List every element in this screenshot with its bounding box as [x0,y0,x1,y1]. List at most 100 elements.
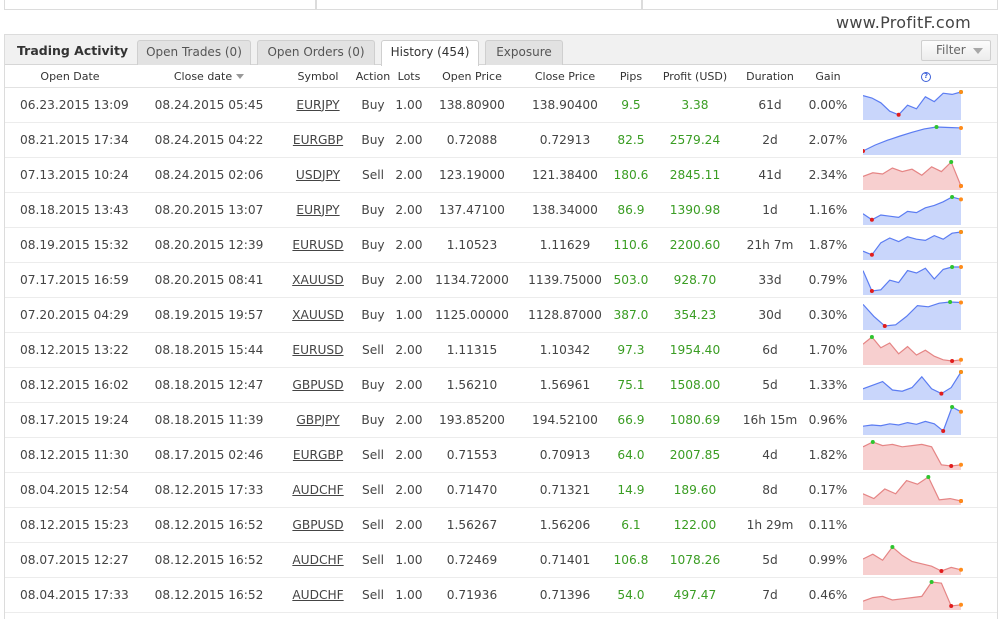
symbol-cell: GBPUSD [283,367,353,403]
col-action[interactable]: Action [353,66,393,88]
lots-cell: 1.00 [393,297,425,333]
help-icon[interactable]: ? [921,71,931,82]
lots-cell: 2.00 [393,507,425,543]
action-cell: Buy [353,87,393,123]
open-date-cell: 08.04.2015 17:33 [5,577,135,613]
symbol-link[interactable]: AUDCHF [292,553,343,567]
col-open-price[interactable]: Open Price [425,66,519,88]
gain-cell: 0.11% [801,507,855,543]
symbol-link[interactable]: EURGBP [293,448,343,462]
symbol-link[interactable]: GBPUSD [292,518,343,532]
panel-title: Trading Activity [17,43,129,58]
symbol-link[interactable]: GBPUSD [292,378,343,392]
lots-cell: 1.00 [393,542,425,578]
table-row: 07.13.2015 10:24 08.24.2015 02:06 USDJPY Se… [5,157,997,193]
filter-dropdown[interactable]: Filter [921,40,991,61]
tab-open-orders[interactable]: Open Orders (0) [257,40,375,65]
action-cell: Sell [353,507,393,543]
sparkline-last-marker [959,229,963,234]
table-row: 08.12.2015 13:22 08.18.2015 15:44 EURUSD Se… [5,332,997,368]
gain-cell: 1.33% [801,367,855,403]
symbol-cell: USDJPY [283,157,353,193]
sparkline-cell [855,402,997,438]
sparkline-last-marker [959,183,963,188]
profit-cell: 2007.85 [651,437,739,473]
symbol-link[interactable]: XAUUSD [292,273,344,287]
symbol-cell: XAUUSD [283,262,353,298]
sparkline-max-marker [890,544,895,549]
open-price-cell: 0.71553 [425,437,519,473]
trade-sparkline [863,579,963,610]
symbol-link[interactable]: GBPJPY [296,413,339,427]
sparkline-max-marker [950,194,955,199]
col-close-price[interactable]: Close Price [519,66,611,88]
pips-cell: 387.0 [611,297,651,333]
symbol-link[interactable]: XAUUSD [292,308,344,322]
sparkline-max-marker [934,124,939,129]
pips-cell: 9.5 [611,87,651,123]
action-cell: Sell [353,437,393,473]
col-close-date[interactable]: Close date [135,66,283,88]
open-price-cell: 1.56210 [425,367,519,403]
tab-open-trades[interactable]: Open Trades (0) [137,40,251,65]
trade-sparkline [863,124,963,155]
sparkline-last-marker [959,125,963,130]
symbol-cell: EURUSD [283,332,353,368]
symbol-link[interactable]: EURUSD [292,343,343,357]
sparkline-cell [855,367,997,403]
pips-cell: 106.8 [611,542,651,578]
col-duration[interactable]: Duration [739,66,801,88]
close-date-cell: 08.12.2015 16:52 [135,542,283,578]
lots-cell: 1.00 [393,577,425,613]
sparkline-cell [855,157,997,193]
symbol-link[interactable]: EURUSD [292,238,343,252]
sparkline-min-marker [869,252,874,257]
table-row: 08.04.2015 17:33 08.12.2015 16:52 AUDCHF Se… [5,577,997,613]
gain-cell: 0.99% [801,542,855,578]
lots-cell: 2.00 [393,262,425,298]
open-date-cell: 08.21.2015 17:34 [5,122,135,158]
close-date-cell: 08.12.2015 17:33 [135,472,283,508]
close-price-cell: 138.90400 [519,87,611,123]
open-date-cell: 08.04.2015 12:54 [5,472,135,508]
lots-cell: 2.00 [393,332,425,368]
tab-history[interactable]: History (454) [381,40,479,66]
tab-exposure[interactable]: Exposure [485,40,563,65]
symbol-link[interactable]: AUDCHF [292,483,343,497]
pips-cell: 14.9 [611,472,651,508]
symbol-cell: AUDCHF [283,577,353,613]
pips-cell: 86.9 [611,192,651,228]
sparkline-max-marker [929,579,934,584]
sparkline-cell [855,262,997,298]
action-cell: Sell [353,332,393,368]
close-date-cell: 08.19.2015 19:57 [135,297,283,333]
col-profit[interactable]: Profit (USD) [651,66,739,88]
symbol-link[interactable]: USDJPY [296,168,340,182]
trade-sparkline [863,194,963,225]
col-lots[interactable]: Lots [393,66,425,88]
gain-cell: 0.46% [801,577,855,613]
duration-cell: 5d [739,542,801,578]
symbol-link[interactable]: EURJPY [296,203,339,217]
col-open-date[interactable]: Open Date [5,66,135,88]
sparkline-max-marker [950,404,955,409]
col-symbol[interactable]: Symbol [283,66,353,88]
col-gain[interactable]: Gain [801,66,855,88]
close-date-cell: 08.24.2015 04:22 [135,122,283,158]
symbol-link[interactable]: AUDCHF [292,588,343,602]
symbol-link[interactable]: EURJPY [296,98,339,112]
action-cell: Sell [353,577,393,613]
action-cell: Buy [353,122,393,158]
close-price-cell: 0.71401 [519,542,611,578]
sparkline-area [863,371,961,400]
top-strip [0,0,1000,12]
open-price-cell: 137.47100 [425,192,519,228]
sparkline-last-marker [959,567,963,572]
table-body: 06.23.2015 13:09 08.24.2015 05:45 EURJPY Bu… [5,87,997,613]
close-date-cell: 08.12.2015 16:52 [135,577,283,613]
symbol-link[interactable]: EURGBP [293,133,343,147]
action-cell: Buy [353,402,393,438]
sparkline-cell [855,472,997,508]
col-pips[interactable]: Pips [611,66,651,88]
table-row: 06.23.2015 13:09 08.24.2015 05:45 EURJPY Bu… [5,87,997,123]
